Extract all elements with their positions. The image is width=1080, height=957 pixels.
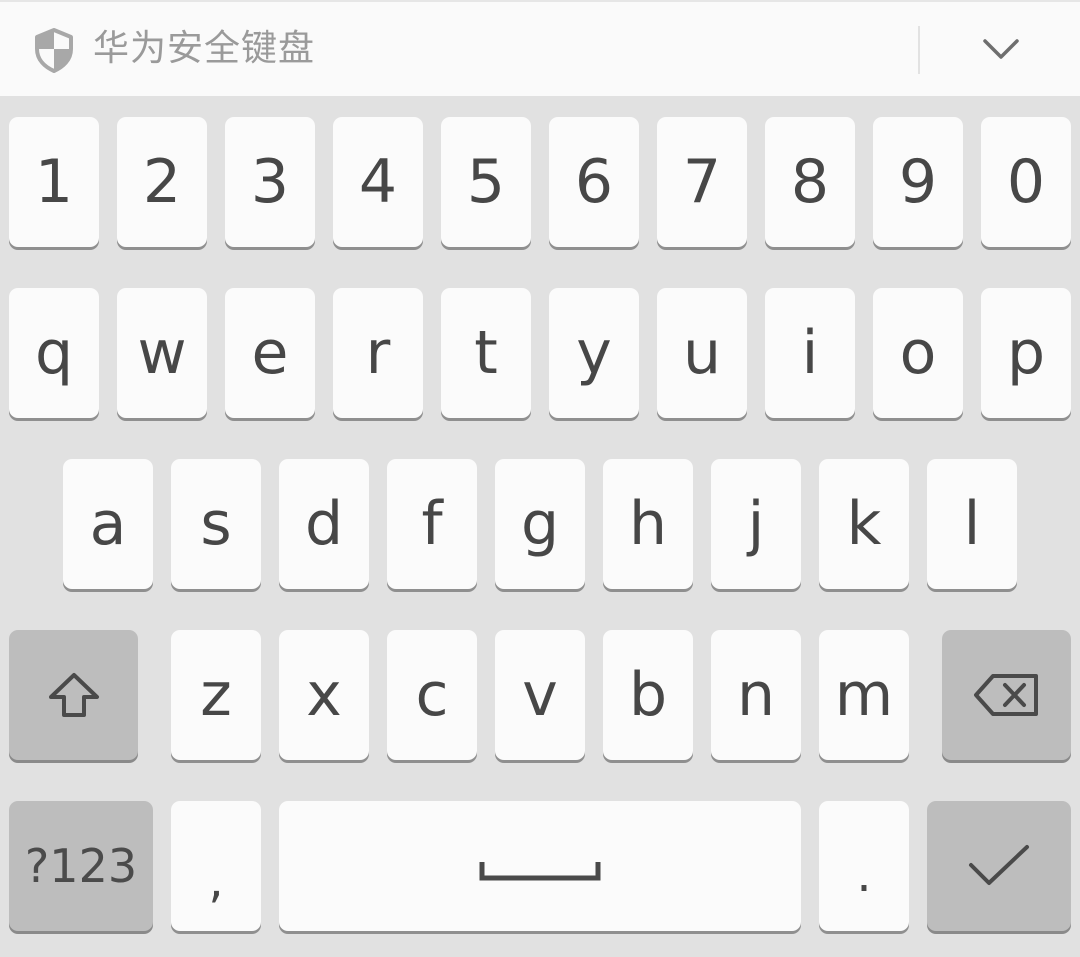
key-d[interactable]: d	[279, 459, 369, 589]
key-q[interactable]: q	[9, 288, 99, 418]
key-g[interactable]: g	[495, 459, 585, 589]
key-x[interactable]: x	[279, 630, 369, 760]
symbols-key[interactable]: ?123	[9, 801, 153, 931]
key-3[interactable]: 3	[225, 117, 315, 247]
key-p[interactable]: p	[981, 288, 1071, 418]
key-n[interactable]: n	[711, 630, 801, 760]
key-z[interactable]: z	[171, 630, 261, 760]
key-6[interactable]: 6	[549, 117, 639, 247]
key-y[interactable]: y	[549, 288, 639, 418]
shield-icon	[33, 27, 75, 73]
header-divider	[918, 26, 920, 74]
comma-key[interactable]: ,	[171, 801, 261, 931]
backspace-key[interactable]	[942, 630, 1071, 760]
key-i[interactable]: i	[765, 288, 855, 418]
key-b[interactable]: b	[603, 630, 693, 760]
key-1[interactable]: 1	[9, 117, 99, 247]
shift-key[interactable]	[9, 630, 138, 760]
checkmark-icon	[967, 843, 1031, 889]
key-9[interactable]: 9	[873, 117, 963, 247]
key-m[interactable]: m	[819, 630, 909, 760]
enter-key[interactable]	[927, 801, 1071, 931]
shift-arrow-icon	[46, 670, 102, 720]
key-w[interactable]: w	[117, 288, 207, 418]
period-key[interactable]: .	[819, 801, 909, 931]
key-h[interactable]: h	[603, 459, 693, 589]
key-2[interactable]: 2	[117, 117, 207, 247]
key-t[interactable]: t	[441, 288, 531, 418]
key-e[interactable]: e	[225, 288, 315, 418]
key-u[interactable]: u	[657, 288, 747, 418]
key-o[interactable]: o	[873, 288, 963, 418]
chevron-down-icon	[981, 37, 1021, 61]
key-c[interactable]: c	[387, 630, 477, 760]
key-s[interactable]: s	[171, 459, 261, 589]
key-7[interactable]: 7	[657, 117, 747, 247]
keyboard-title: 华为安全键盘	[93, 28, 316, 69]
key-k[interactable]: k	[819, 459, 909, 589]
key-r[interactable]: r	[333, 288, 423, 418]
key-5[interactable]: 5	[441, 117, 531, 247]
keyboard-header: 华为安全键盘	[0, 0, 1080, 96]
key-8[interactable]: 8	[765, 117, 855, 247]
key-j[interactable]: j	[711, 459, 801, 589]
key-l[interactable]: l	[927, 459, 1017, 589]
collapse-keyboard-button[interactable]	[962, 16, 1040, 82]
key-a[interactable]: a	[63, 459, 153, 589]
key-v[interactable]: v	[495, 630, 585, 760]
key-f[interactable]: f	[387, 459, 477, 589]
key-4[interactable]: 4	[333, 117, 423, 247]
space-bar-icon	[479, 859, 601, 883]
key-0[interactable]: 0	[981, 117, 1071, 247]
backspace-icon	[973, 672, 1041, 718]
space-key[interactable]	[279, 801, 801, 931]
